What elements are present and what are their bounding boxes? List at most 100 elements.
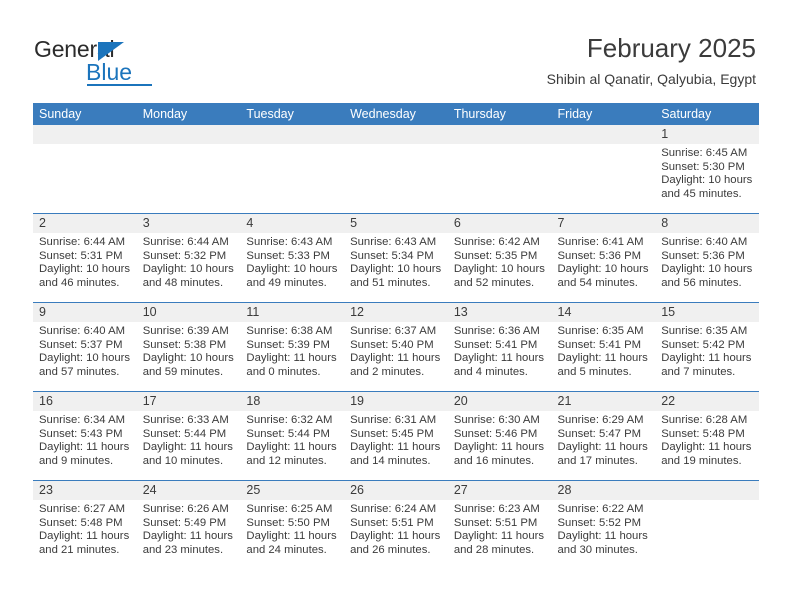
sunrise-time: Sunrise: 6:29 AM: [557, 414, 644, 426]
calendar-day-cell[interactable]: 3 Sunrise: 6:44 AM Sunset: 5:32 PM Daylight…: [136, 213, 241, 303]
sunrise-time: Sunrise: 6:41 AM: [557, 236, 644, 248]
sunrise-time: Sunrise: 6:42 AM: [453, 236, 540, 248]
daylight-duration-line2: and 51 minutes.: [350, 276, 431, 289]
calendar-day-cell[interactable]: 2 Sunrise: 6:44 AM Sunset: 5:31 PM Daylight…: [33, 213, 137, 303]
daylight-duration-line2: and 30 minutes.: [557, 543, 638, 556]
daylight-duration-line1: Daylight: 11 hours: [661, 441, 752, 454]
day-number: 6: [447, 214, 552, 233]
daylight-duration-line1: Daylight: 11 hours: [453, 441, 545, 454]
calendar-day-cell[interactable]: 12 Sunrise: 6:37 AM Sunset: 5:40 PM Dayligh…: [344, 302, 448, 392]
calendar-day-cell[interactable]: 5 Sunrise: 6:43 AM Sunset: 5:34 PM Daylight…: [344, 213, 448, 303]
calendar-day-cell[interactable]: 28 Sunrise: 6:22 AM Sunset: 5:52 PM Dayligh…: [551, 480, 656, 569]
sunset-time: Sunset: 5:38 PM: [142, 338, 227, 351]
calendar-day-cell[interactable]: 19 Sunrise: 6:31 AM Sunset: 5:45 PM Dayligh…: [344, 391, 448, 481]
day-details: Sunrise: 6:43 AM Sunset: 5:34 PM Daylight:…: [344, 233, 448, 290]
day-details: Sunrise: 6:40 AM Sunset: 5:37 PM Daylight:…: [33, 322, 137, 379]
calendar-week-row: 2 Sunrise: 6:44 AM Sunset: 5:31 PM Daylight…: [33, 213, 759, 303]
day-details: Sunrise: 6:43 AM Sunset: 5:33 PM Daylight:…: [240, 233, 344, 290]
sunset-time: Sunset: 5:45 PM: [350, 427, 434, 440]
weekday-header-friday: Friday: [551, 103, 656, 125]
sunset-time: Sunset: 5:33 PM: [246, 249, 330, 262]
calendar-day-cell[interactable]: 1 Sunrise: 6:45 AM Sunset: 5:30 PM Daylight…: [655, 125, 759, 214]
day-number: 21: [551, 392, 656, 411]
weekday-header-saturday: Saturday: [655, 103, 759, 125]
day-details: Sunrise: 6:29 AM Sunset: 5:47 PM Daylight:…: [552, 411, 656, 468]
sunrise-time: Sunrise: 6:32 AM: [246, 414, 333, 426]
daylight-duration-line2: and 59 minutes.: [142, 365, 224, 378]
daylight-duration-line1: Daylight: 11 hours: [246, 441, 337, 454]
sunset-time: Sunset: 5:39 PM: [246, 338, 330, 351]
day-number: [136, 125, 241, 144]
calendar-day-cell[interactable]: 14 Sunrise: 6:35 AM Sunset: 5:41 PM Dayligh…: [551, 302, 656, 392]
day-number: 24: [136, 481, 241, 500]
daylight-duration-line1: Daylight: 10 hours: [39, 352, 131, 365]
calendar-day-cell[interactable]: 26 Sunrise: 6:24 AM Sunset: 5:51 PM Dayligh…: [344, 480, 448, 569]
sunrise-time: Sunrise: 6:22 AM: [557, 503, 644, 515]
calendar-day-cell[interactable]: 17 Sunrise: 6:33 AM Sunset: 5:44 PM Dayligh…: [136, 391, 241, 481]
calendar-day-cell[interactable]: 9 Sunrise: 6:40 AM Sunset: 5:37 PM Daylight…: [33, 302, 137, 392]
calendar-day-cell[interactable]: 6 Sunrise: 6:42 AM Sunset: 5:35 PM Daylight…: [447, 213, 552, 303]
calendar-day-cell[interactable]: 15 Sunrise: 6:35 AM Sunset: 5:42 PM Dayligh…: [655, 302, 759, 392]
sunrise-time: Sunrise: 6:34 AM: [39, 414, 126, 426]
sunset-time: Sunset: 5:51 PM: [453, 516, 538, 529]
sunrise-time: Sunrise: 6:36 AM: [453, 325, 540, 337]
sunrise-time: Sunrise: 6:40 AM: [661, 236, 748, 248]
day-details: Sunrise: 6:33 AM Sunset: 5:44 PM Daylight:…: [137, 411, 241, 468]
daylight-duration-line2: and 21 minutes.: [39, 543, 120, 556]
calendar-day-cell[interactable]: 23 Sunrise: 6:27 AM Sunset: 5:48 PM Dayligh…: [33, 480, 137, 569]
calendar-day-cell[interactable]: 8 Sunrise: 6:40 AM Sunset: 5:36 PM Daylight…: [655, 213, 759, 303]
calendar-day-cell[interactable]: 21 Sunrise: 6:29 AM Sunset: 5:47 PM Dayligh…: [551, 391, 656, 481]
calendar-day-cell[interactable]: 20 Sunrise: 6:30 AM Sunset: 5:46 PM Dayligh…: [447, 391, 552, 481]
daylight-duration-line2: and 56 minutes.: [661, 276, 742, 289]
daylight-duration-line1: Daylight: 11 hours: [453, 352, 545, 365]
sunrise-time: Sunrise: 6:40 AM: [39, 325, 126, 337]
calendar-day-cell[interactable]: 18 Sunrise: 6:32 AM Sunset: 5:44 PM Dayligh…: [240, 391, 345, 481]
day-details: Sunrise: 6:35 AM Sunset: 5:41 PM Daylight:…: [552, 322, 656, 379]
day-details: Sunrise: 6:38 AM Sunset: 5:39 PM Daylight:…: [240, 322, 344, 379]
sunset-time: Sunset: 5:42 PM: [661, 338, 745, 351]
sunset-time: Sunset: 5:32 PM: [142, 249, 227, 262]
sunset-time: Sunset: 5:49 PM: [142, 516, 227, 529]
sunrise-time: Sunrise: 6:43 AM: [246, 236, 333, 248]
daylight-duration-line1: Daylight: 11 hours: [39, 530, 130, 543]
sunrise-time: Sunrise: 6:43 AM: [350, 236, 437, 248]
day-number: [344, 125, 448, 144]
calendar-day-cell[interactable]: 11 Sunrise: 6:38 AM Sunset: 5:39 PM Dayligh…: [240, 302, 345, 392]
calendar-day-cell-empty: [33, 125, 137, 214]
calendar-day-cell[interactable]: 16 Sunrise: 6:34 AM Sunset: 5:43 PM Dayligh…: [33, 391, 137, 481]
day-details: Sunrise: 6:42 AM Sunset: 5:35 PM Daylight:…: [448, 233, 552, 290]
sunrise-time: Sunrise: 6:37 AM: [350, 325, 437, 337]
calendar-day-cell[interactable]: 13 Sunrise: 6:36 AM Sunset: 5:41 PM Dayligh…: [447, 302, 552, 392]
calendar-day-cell-empty: [447, 125, 552, 214]
daylight-duration-line2: and 7 minutes.: [661, 365, 736, 378]
calendar-day-cell[interactable]: 7 Sunrise: 6:41 AM Sunset: 5:36 PM Daylight…: [551, 213, 656, 303]
daylight-duration-line1: Daylight: 10 hours: [39, 263, 131, 276]
general-blue-logo[interactable]: General Blue: [34, 36, 154, 86]
calendar-day-cell[interactable]: 4 Sunrise: 6:43 AM Sunset: 5:33 PM Daylight…: [240, 213, 345, 303]
logo-underline: [87, 84, 152, 86]
daylight-duration-line1: Daylight: 10 hours: [246, 263, 338, 276]
sunrise-time: Sunrise: 6:35 AM: [661, 325, 748, 337]
day-number: 18: [240, 392, 345, 411]
daylight-duration-line2: and 17 minutes.: [557, 454, 638, 467]
daylight-duration-line1: Daylight: 10 hours: [557, 263, 649, 276]
sunset-time: Sunset: 5:47 PM: [557, 427, 642, 440]
sunrise-sunset-calendar: Sunday Monday Tuesday Wednesday Thursday…: [33, 103, 759, 569]
calendar-day-cell[interactable]: 22 Sunrise: 6:28 AM Sunset: 5:48 PM Dayligh…: [655, 391, 759, 481]
calendar-day-cell[interactable]: 10 Sunrise: 6:39 AM Sunset: 5:38 PM Dayligh…: [136, 302, 241, 392]
calendar-day-cell[interactable]: 24 Sunrise: 6:26 AM Sunset: 5:49 PM Dayligh…: [136, 480, 241, 569]
calendar-day-cell[interactable]: 27 Sunrise: 6:23 AM Sunset: 5:51 PM Dayligh…: [447, 480, 552, 569]
weekday-header-wednesday: Wednesday: [344, 103, 448, 125]
day-number: 23: [33, 481, 137, 500]
sunset-time: Sunset: 5:48 PM: [39, 516, 123, 529]
daylight-duration-line1: Daylight: 11 hours: [557, 530, 648, 543]
daylight-duration-line1: Daylight: 11 hours: [350, 352, 441, 365]
sunrise-time: Sunrise: 6:25 AM: [246, 503, 333, 515]
day-number: [240, 125, 345, 144]
sunset-time: Sunset: 5:48 PM: [661, 427, 745, 440]
daylight-duration-line2: and 28 minutes.: [453, 543, 535, 556]
calendar-day-cell[interactable]: 25 Sunrise: 6:25 AM Sunset: 5:50 PM Dayligh…: [240, 480, 345, 569]
day-details: Sunrise: 6:35 AM Sunset: 5:42 PM Daylight:…: [655, 322, 759, 379]
day-details: Sunrise: 6:36 AM Sunset: 5:41 PM Daylight:…: [448, 322, 552, 379]
sunrise-time: Sunrise: 6:44 AM: [142, 236, 229, 248]
